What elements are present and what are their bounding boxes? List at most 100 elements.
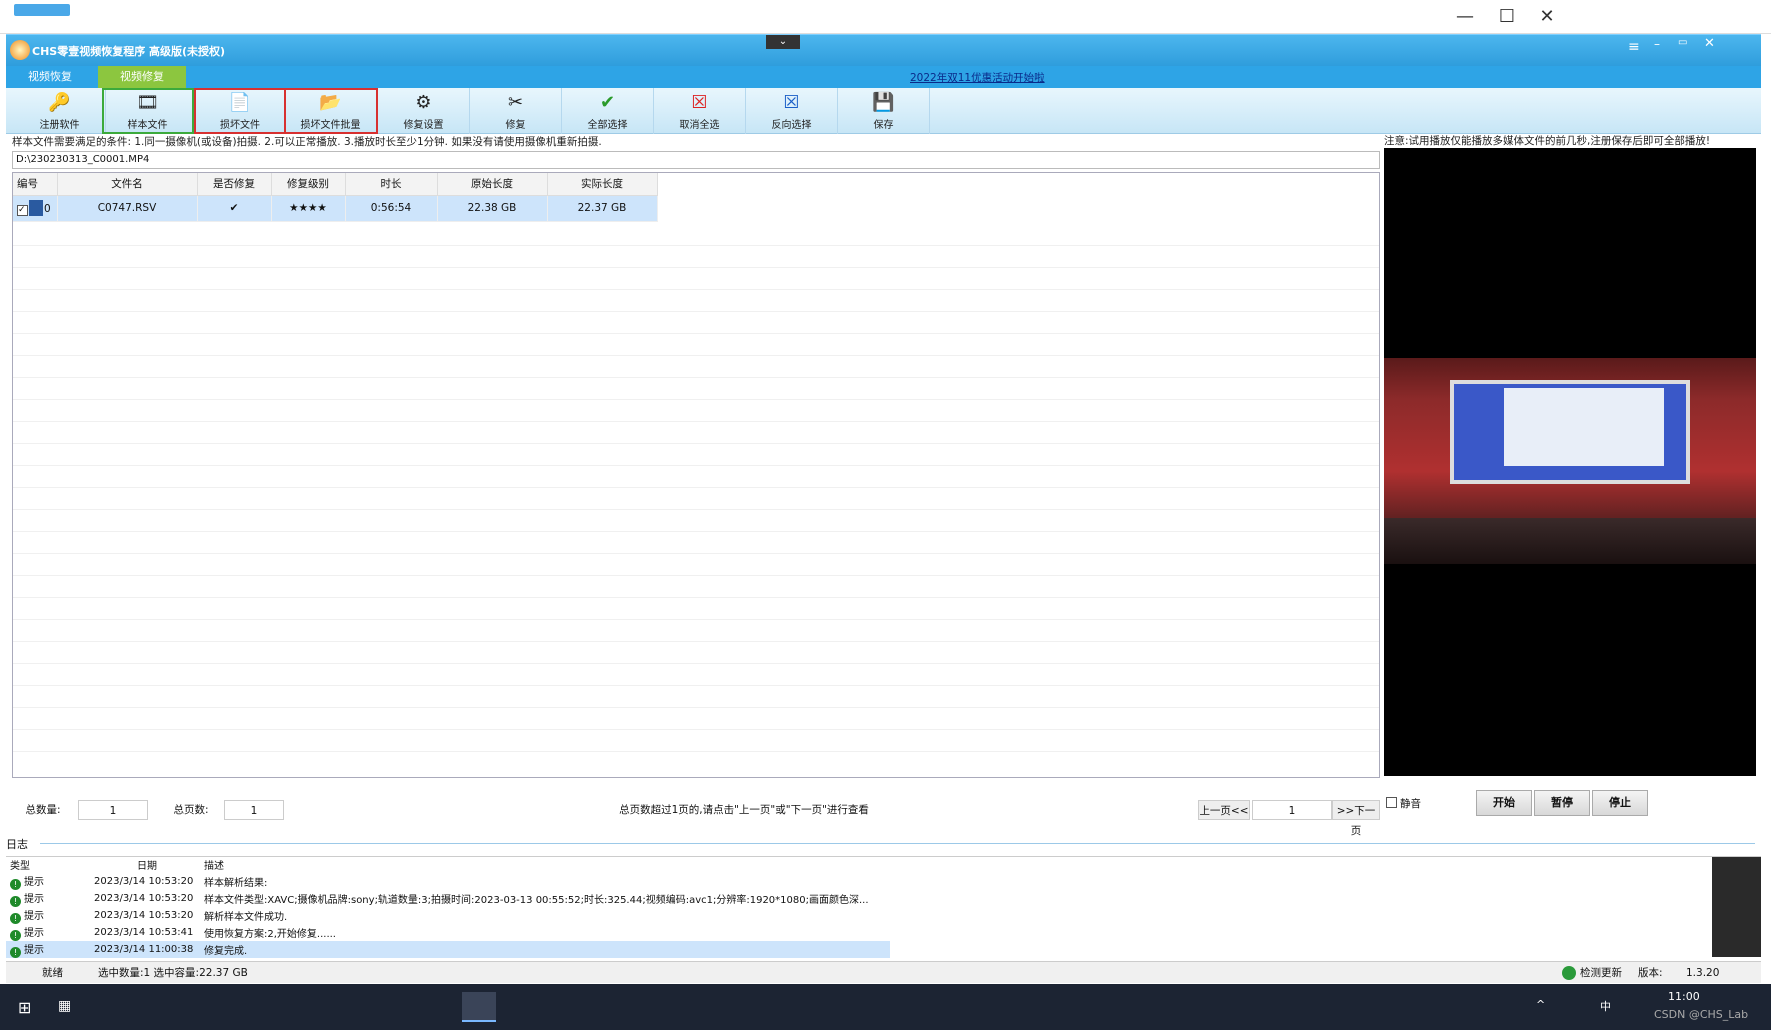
file-table: 编号 文件名 是否修复 修复级别 时长 原始长度 实际长度 ✓ 0 C0747.R…: [12, 172, 1380, 778]
task-view-icon[interactable]: ▦: [58, 998, 71, 1014]
prev-page-button[interactable]: 上一页<<: [1198, 800, 1250, 820]
register-button[interactable]: 🔑 注册软件: [14, 88, 106, 134]
deselect-all-button[interactable]: ☒ 取消全选: [654, 88, 746, 134]
globe-icon: [1562, 966, 1576, 980]
clock[interactable]: 11:00: [1668, 990, 1700, 1003]
col-orig-length[interactable]: 原始长度: [437, 173, 548, 196]
film-icon: 🎞: [136, 92, 159, 113]
log-table: 类型 日期 描述 ! 提示 2023/3/14 10:53:20 样本解析结果: ! 提…: [6, 856, 1761, 958]
empty-row: [13, 709, 1379, 730]
version-value: 1.3.20: [1686, 967, 1720, 979]
pause-button[interactable]: 暂停: [1534, 790, 1590, 816]
files-icon: 📂: [319, 92, 342, 113]
settings-icon: ⚙: [415, 92, 432, 113]
total-count-label: 总数量:: [25, 804, 61, 816]
row-repaired: ✔: [197, 195, 272, 222]
sample-file-button[interactable]: 🎞 样本文件: [102, 88, 194, 134]
damaged-file-button[interactable]: 📄 损坏文件: [194, 88, 286, 134]
col-filename[interactable]: 文件名: [57, 173, 198, 196]
empty-row: [13, 423, 1379, 444]
col-id[interactable]: 编号: [13, 173, 58, 196]
app-title: CHS零壹视频恢复程序 高级版(未授权): [32, 45, 226, 58]
app-logo-icon: [10, 40, 30, 60]
log-row[interactable]: ! 提示 2023/3/14 10:53:20 解析样本文件成功.: [6, 907, 890, 924]
empty-row: [13, 511, 1379, 532]
log-row[interactable]: ! 提示 2023/3/14 10:53:41 使用恢复方案:2,开始修复......: [6, 924, 890, 941]
empty-row: [13, 445, 1379, 466]
repair-button[interactable]: ✂ 修复: [470, 88, 562, 134]
stop-button[interactable]: 停止: [1592, 790, 1648, 816]
app-restore-button[interactable]: ▭: [1678, 37, 1687, 48]
info-icon: !: [10, 895, 21, 907]
next-page-button[interactable]: >>下一页: [1332, 800, 1380, 837]
row-checkbox[interactable]: ✓: [17, 205, 28, 216]
row-real-length: 22.37 GB: [547, 195, 658, 222]
col-level[interactable]: 修复级别: [271, 173, 346, 196]
minimize-button[interactable]: —: [1450, 6, 1480, 28]
table-row[interactable]: ✓ 0 C0747.RSV ✔ ★★★★ 0:56:54 22.38 GB 22.…: [13, 195, 658, 222]
tab-bar: 视频恢复 视频修复 2022年双11优惠活动开始啦: [6, 66, 1761, 88]
invert-icon: ☒: [783, 92, 800, 113]
menu-icon[interactable]: ≡: [1628, 39, 1640, 55]
invert-selection-button[interactable]: ☒ 反向选择: [746, 88, 838, 134]
taskbar-app-icon[interactable]: [462, 992, 496, 1022]
page-input[interactable]: 1: [1252, 800, 1332, 820]
mute-checkbox[interactable]: [1386, 797, 1397, 808]
empty-row: [13, 489, 1379, 510]
app-close-button[interactable]: ✕: [1704, 36, 1715, 51]
taskbar: ⊞ ▦ ^ 中 11:00 CSDN @CHS_Lab: [0, 984, 1771, 1030]
repair-settings-button[interactable]: ⚙ 修复设置: [378, 88, 470, 134]
log-scrollbar[interactable]: [1712, 857, 1761, 957]
total-pages-label: 总页数:: [173, 804, 209, 816]
select-all-button[interactable]: ✔ 全部选择: [562, 88, 654, 134]
col-repaired[interactable]: 是否修复: [197, 173, 272, 196]
tab-video-recovery[interactable]: 视频恢复: [6, 66, 94, 88]
sample-path-field[interactable]: D:\230230313_C0001.MP4: [12, 151, 1380, 169]
status-selection: 选中数量:1 选中容量:22.37 GB: [98, 967, 248, 979]
table-header: 编号 文件名 是否修复 修复级别 时长 原始长度 实际长度: [13, 173, 658, 196]
app-titlebar: CHS零壹视频恢复程序 高级版(未授权) ⌄ ≡ – ▭ ✕: [6, 34, 1761, 66]
info-icon: !: [10, 929, 21, 941]
start-button[interactable]: 开始: [1476, 790, 1532, 816]
col-real-length[interactable]: 实际长度: [547, 173, 658, 196]
empty-row: [13, 379, 1379, 400]
outer-app-icon: [14, 4, 70, 16]
toolbar: 🔑 注册软件 🎞 样本文件 📄 损坏文件 📂 损坏文件批量 ⚙ 修复设置 ✂ 修复 ✔ 全部选…: [6, 88, 1761, 134]
damaged-batch-button[interactable]: 📂 损坏文件批量: [284, 88, 378, 134]
log-col-desc[interactable]: 描述: [200, 857, 890, 873]
log-header: 类型 日期 描述: [6, 857, 890, 873]
save-button[interactable]: 💾 保存: [838, 88, 930, 134]
row-duration: 0:56:54: [345, 195, 438, 222]
empty-row: [13, 357, 1379, 378]
log-row[interactable]: ! 提示 2023/3/14 10:53:20 样本解析结果:: [6, 873, 890, 890]
col-duration[interactable]: 时长: [345, 173, 438, 196]
row-orig-length: 22.38 GB: [437, 195, 548, 222]
status-ready: 就绪: [42, 967, 63, 979]
ime-indicator[interactable]: 中: [1600, 998, 1611, 1014]
info-icon: !: [10, 912, 21, 924]
empty-row: [13, 247, 1379, 268]
chevron-down-icon[interactable]: ⌄: [766, 35, 800, 49]
windows-start-icon[interactable]: ⊞: [18, 998, 31, 1017]
maximize-button[interactable]: ☐: [1492, 6, 1522, 28]
promo-link[interactable]: 2022年双11优惠活动开始啦: [910, 70, 1045, 85]
empty-row: [13, 225, 1379, 246]
check-update-link[interactable]: 检测更新: [1580, 962, 1622, 984]
empty-row: [13, 621, 1379, 642]
log-col-type[interactable]: 类型: [6, 857, 90, 873]
tab-video-repair[interactable]: 视频修复: [98, 66, 186, 88]
row-filename: C0747.RSV: [57, 195, 198, 222]
empty-row: [13, 731, 1379, 752]
tray-chevron-icon[interactable]: ^: [1536, 998, 1545, 1011]
tools-icon: ✂: [507, 92, 524, 113]
video-frame: [1384, 358, 1756, 564]
app-minimize-button[interactable]: –: [1654, 37, 1660, 51]
empty-row: [13, 533, 1379, 554]
empty-row: [13, 269, 1379, 290]
log-col-date[interactable]: 日期: [90, 857, 200, 873]
close-button[interactable]: ✕: [1532, 6, 1562, 28]
log-row[interactable]: ! 提示 2023/3/14 10:53:20 样本文件类型:XAVC;摄像机品牌:s…: [6, 890, 890, 907]
log-row[interactable]: ! 提示 2023/3/14 11:00:38 修复完成.: [6, 940, 890, 958]
watermark: CSDN @CHS_Lab: [1654, 1008, 1749, 1021]
preview-note: 注意:试用播放仅能播放多媒体文件的前几秒,注册保存后即可全部播放!: [1384, 134, 1756, 148]
